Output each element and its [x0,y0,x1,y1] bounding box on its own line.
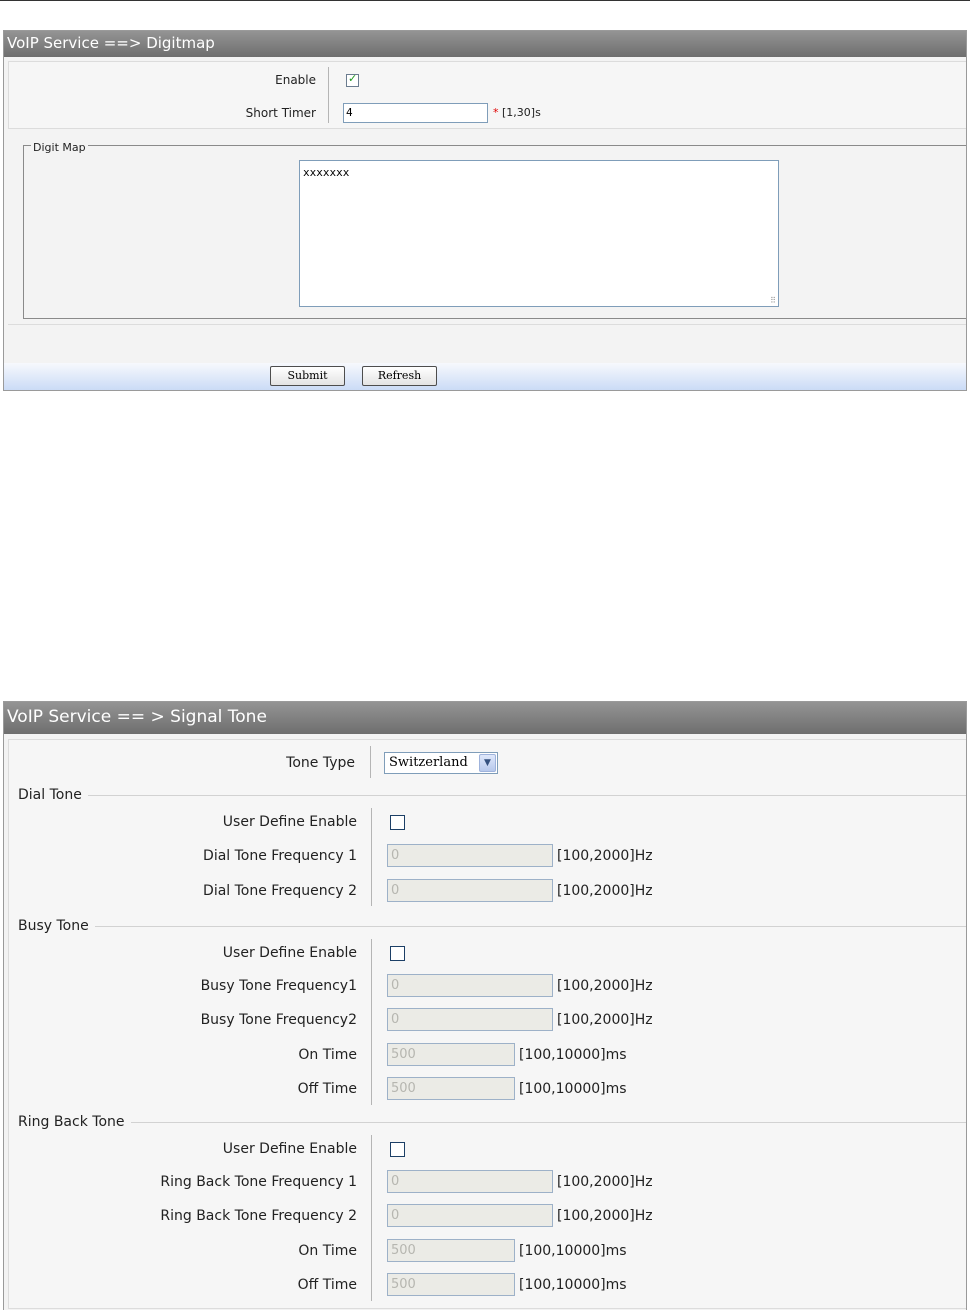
digitmap-footer-bar [4,363,966,390]
dial-freq2-label: Dial Tone Frequency 2 [203,883,357,899]
column-divider [371,1135,372,1301]
busy-freq1-input[interactable]: 0 [387,974,553,997]
dial-freq2-range: [100,2000]Hz [557,883,653,899]
short-timer-hint: * [1,30]s [493,106,541,119]
digit-map-textarea[interactable]: xxxxxxx ⠿ [299,160,779,307]
separator [8,324,966,325]
page-top-rule [0,0,970,1]
section-rule [18,1122,966,1123]
required-marker: * [493,106,499,119]
dial-user-define-checkbox[interactable] [390,815,405,830]
ring-off-time-label: Off Time [297,1277,357,1293]
busy-user-define-label: User Define Enable [222,945,357,961]
section-rule [18,926,966,927]
ring-user-define-label: User Define Enable [222,1141,357,1157]
short-timer-input[interactable]: 4 [343,103,488,123]
busy-freq2-range: [100,2000]Hz [557,1012,653,1028]
chevron-down-icon[interactable]: ▼ [479,754,496,772]
resize-grip-icon[interactable]: ⠿ [770,297,776,305]
ring-freq2-range: [100,2000]Hz [557,1208,653,1224]
enable-checkbox[interactable] [346,72,359,87]
signal-tone-title: VoIP Service == > Signal Tone [4,702,966,734]
ring-user-define-checkbox[interactable] [390,1142,405,1157]
signal-tone-panel: VoIP Service == > Signal Tone Tone Type … [3,701,967,1310]
dial-freq1-input[interactable]: 0 [387,844,553,867]
tone-type-label: Tone Type [286,755,355,771]
busy-off-time-range: [100,10000]ms [519,1081,627,1097]
digit-map-value: xxxxxxx [303,166,350,179]
ring-off-time-input[interactable]: 500 [387,1273,515,1296]
dial-tone-section-title: Dial Tone [18,787,88,803]
ring-freq1-label: Ring Back Tone Frequency 1 [160,1174,357,1190]
busy-on-time-input[interactable]: 500 [387,1043,515,1066]
busy-off-time-input[interactable]: 500 [387,1077,515,1100]
busy-off-time-label: Off Time [297,1081,357,1097]
busy-freq1-range: [100,2000]Hz [557,978,653,994]
busy-freq1-label: Busy Tone Frequency1 [200,978,357,994]
short-timer-label: Short Timer [245,106,316,120]
ring-on-time-label: On Time [298,1243,357,1259]
ring-on-time-input[interactable]: 500 [387,1239,515,1262]
column-divider [371,939,372,1105]
tone-type-select[interactable]: Switzerland ▼ [384,752,498,774]
ring-back-tone-section-title: Ring Back Tone [18,1114,131,1130]
ring-freq2-input[interactable]: 0 [387,1204,553,1227]
digitmap-panel: VoIP Service ==> Digitmap Enable Short T… [3,30,967,391]
column-divider [328,67,329,123]
short-timer-range: [1,30]s [502,106,541,119]
dial-freq1-label: Dial Tone Frequency 1 [203,848,357,864]
digitmap-title: VoIP Service ==> Digitmap [4,31,966,57]
submit-button[interactable]: Submit [270,366,345,386]
column-divider [370,746,371,778]
busy-on-time-range: [100,10000]ms [519,1047,627,1063]
column-divider [371,808,372,906]
tone-type-value: Switzerland [389,755,468,770]
ring-freq1-input[interactable]: 0 [387,1170,553,1193]
section-rule [18,795,966,796]
refresh-button[interactable]: Refresh [362,366,437,386]
ring-freq2-label: Ring Back Tone Frequency 2 [160,1208,357,1224]
dial-user-define-label: User Define Enable [222,814,357,830]
busy-on-time-label: On Time [298,1047,357,1063]
ring-freq1-range: [100,2000]Hz [557,1174,653,1190]
digit-map-legend: Digit Map [31,141,88,154]
enable-label: Enable [275,73,316,87]
ring-on-time-range: [100,10000]ms [519,1243,627,1259]
dial-freq2-input[interactable]: 0 [387,879,553,902]
dial-freq1-range: [100,2000]Hz [557,848,653,864]
ring-off-time-range: [100,10000]ms [519,1277,627,1293]
busy-freq2-input[interactable]: 0 [387,1008,553,1031]
busy-freq2-label: Busy Tone Frequency2 [200,1012,357,1028]
busy-user-define-checkbox[interactable] [390,946,405,961]
busy-tone-section-title: Busy Tone [18,918,95,934]
